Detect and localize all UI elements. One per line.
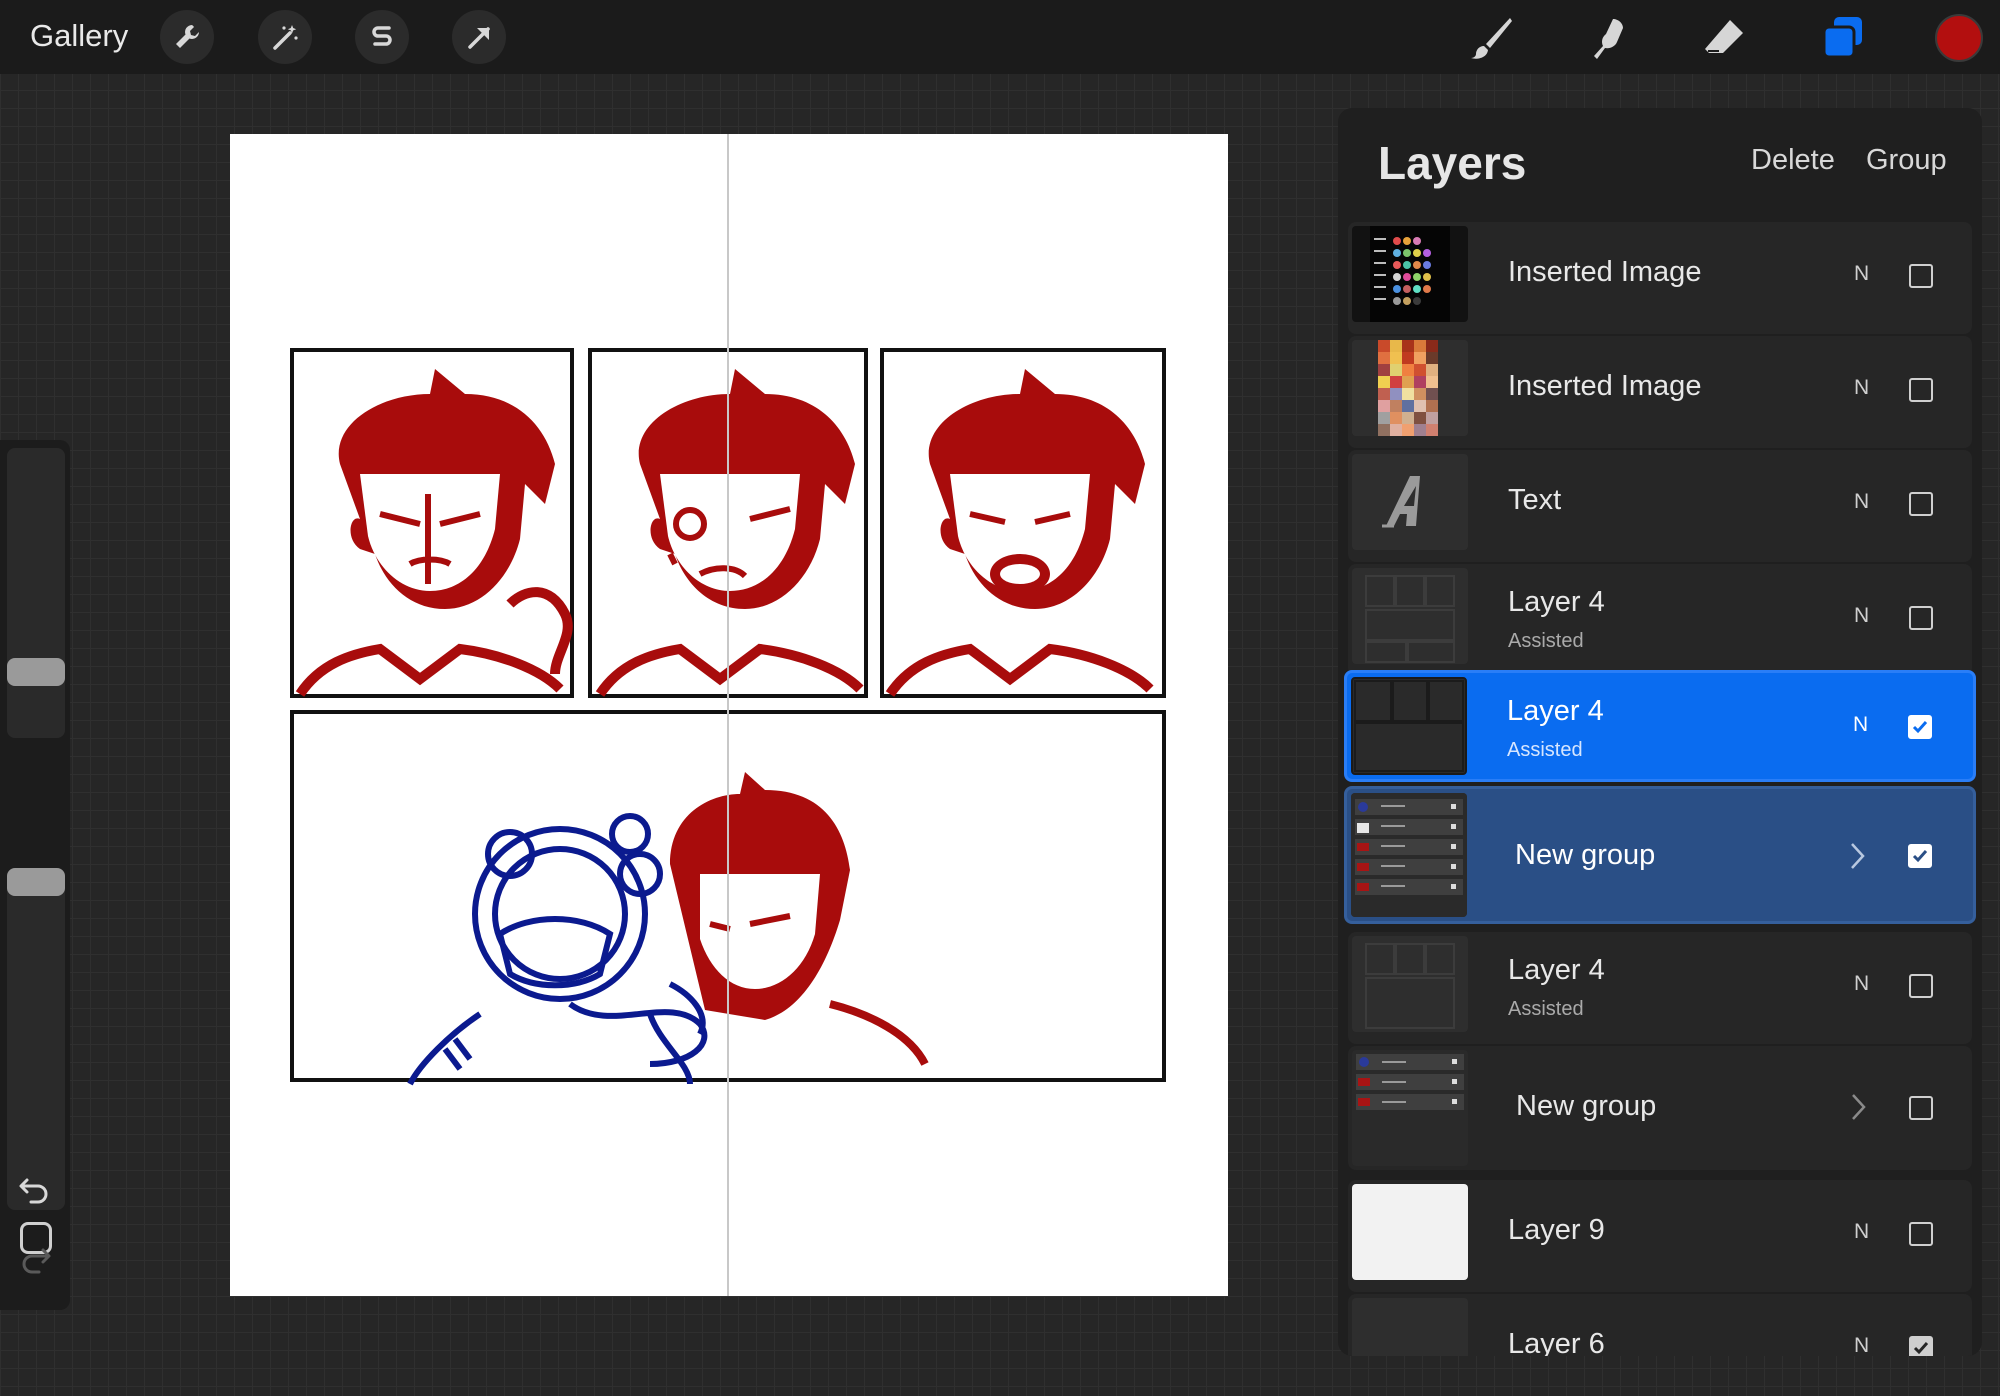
- symmetry-guide: [727, 134, 729, 1296]
- visibility-checkbox[interactable]: [1909, 606, 1933, 630]
- visibility-checkbox[interactable]: [1909, 1096, 1933, 1120]
- blend-mode-button[interactable]: N: [1853, 713, 1868, 737]
- blend-mode-button[interactable]: N: [1854, 1334, 1869, 1356]
- layer-name: Layer 4: [1508, 586, 1605, 618]
- layer-name: Layer 9: [1508, 1214, 1605, 1246]
- checkmark-icon: [1913, 1342, 1929, 1355]
- layer-thumbnail: [1352, 936, 1468, 1032]
- checkmark-icon: [1912, 721, 1928, 734]
- opacity-slider[interactable]: [7, 880, 65, 1210]
- visibility-checkbox[interactable]: [1908, 715, 1932, 739]
- layer-subtitle: Assisted: [1508, 630, 1584, 652]
- layer-row-inserted-image-2[interactable]: Inserted Image N: [1348, 336, 1972, 448]
- panel-3-face: [885, 369, 1154, 697]
- group-name: New group: [1516, 1090, 1657, 1122]
- layer-row-layer-4-b[interactable]: Layer 4 Assisted N: [1348, 932, 1972, 1044]
- panel-2-face: [595, 369, 864, 697]
- layer-row-layer-4[interactable]: Layer 4 Assisted N: [1348, 564, 1972, 676]
- brush-size-slider[interactable]: [7, 448, 65, 738]
- layer-thumbnail: [1352, 1298, 1468, 1356]
- panel-1-face: [295, 369, 573, 697]
- visibility-checkbox[interactable]: [1908, 844, 1932, 868]
- text-layer-icon: [1382, 476, 1420, 528]
- eraser-tool-button[interactable]: [1697, 10, 1753, 66]
- gallery-button[interactable]: Gallery: [30, 18, 128, 54]
- layer-row-new-group-selected[interactable]: New group: [1344, 786, 1976, 924]
- visibility-checkbox[interactable]: [1909, 974, 1933, 998]
- chevron-right-icon[interactable]: [1848, 1092, 1868, 1122]
- layer-name: Layer 4: [1507, 695, 1604, 727]
- blend-mode-button[interactable]: N: [1854, 376, 1869, 400]
- top-toolbar: Gallery: [0, 0, 2000, 74]
- layer-name: Layer 4: [1508, 954, 1605, 986]
- layer-subtitle: Assisted: [1507, 739, 1583, 761]
- layers-icon: [1822, 17, 1862, 59]
- visibility-checkbox[interactable]: [1909, 264, 1933, 288]
- layer-name: Layer 6: [1508, 1328, 1605, 1356]
- brush-size-thumb[interactable]: [7, 658, 65, 686]
- wrench-icon: [176, 25, 199, 48]
- visibility-checkbox[interactable]: [1909, 1336, 1933, 1356]
- layer-name: Text: [1508, 484, 1562, 516]
- layer-thumbnail: [1352, 568, 1468, 664]
- blend-mode-button[interactable]: N: [1854, 490, 1869, 514]
- layer-row-inserted-image-1[interactable]: Inserted Image N: [1348, 222, 1972, 334]
- visibility-checkbox[interactable]: [1909, 1222, 1933, 1246]
- selection-s-icon: [372, 26, 392, 46]
- color-picker-button[interactable]: [1935, 14, 1983, 62]
- magic-wand-icon: [273, 25, 298, 50]
- adjustments-button[interactable]: [258, 10, 312, 64]
- layer-thumbnail: [1351, 677, 1467, 775]
- transform-button[interactable]: [452, 10, 506, 64]
- layer-thumbnail: [1352, 340, 1468, 436]
- blend-mode-button[interactable]: N: [1854, 972, 1869, 996]
- selection-button[interactable]: [355, 10, 409, 64]
- eraser-icon: [1705, 20, 1743, 53]
- smudge-icon: [1594, 19, 1623, 59]
- redo-icon[interactable]: [17, 1242, 53, 1278]
- layers-tool-button[interactable]: [1815, 10, 1871, 66]
- layer-thumbnail: [1352, 454, 1468, 550]
- layer-name: Inserted Image: [1508, 370, 1702, 402]
- blend-mode-button[interactable]: N: [1854, 262, 1869, 286]
- checkmark-icon: [1912, 850, 1928, 863]
- group-thumbnail: [1351, 793, 1467, 917]
- layer-row-layer-4-selected[interactable]: Layer 4 Assisted N: [1344, 670, 1976, 782]
- group-button[interactable]: Group: [1866, 144, 1947, 177]
- opacity-thumb[interactable]: [7, 868, 65, 896]
- undo-icon[interactable]: [17, 1172, 53, 1208]
- transform-arrow-icon: [468, 27, 490, 49]
- brush-icon: [1471, 18, 1512, 59]
- left-sidebar: [0, 440, 70, 1310]
- group-name: New group: [1515, 839, 1656, 871]
- comic-artwork: [290, 348, 1166, 1086]
- brush-tool-button[interactable]: [1463, 10, 1519, 66]
- layer-subtitle: Assisted: [1508, 998, 1584, 1020]
- visibility-checkbox[interactable]: [1909, 378, 1933, 402]
- chevron-right-icon[interactable]: [1847, 841, 1867, 871]
- blend-mode-button[interactable]: N: [1854, 604, 1869, 628]
- layer-row-new-group[interactable]: New group: [1348, 1046, 1972, 1170]
- delete-button[interactable]: Delete: [1751, 144, 1835, 177]
- panel-4-characters: [407, 772, 929, 1086]
- drawing-canvas[interactable]: [230, 134, 1228, 1296]
- blend-mode-button[interactable]: N: [1854, 1220, 1869, 1244]
- layer-name: Inserted Image: [1508, 256, 1702, 288]
- layer-row-text[interactable]: Text N: [1348, 450, 1972, 562]
- layer-thumbnail: [1352, 1184, 1468, 1280]
- actions-wrench-button[interactable]: [160, 10, 214, 64]
- layers-title: Layers: [1378, 137, 1527, 189]
- group-thumbnail: [1352, 1050, 1468, 1166]
- layers-panel: Layers Delete Group Inserted Image N Ins…: [1338, 108, 1982, 1356]
- layer-thumbnail: [1352, 226, 1468, 322]
- visibility-checkbox[interactable]: [1909, 492, 1933, 516]
- layer-row-layer-6[interactable]: Layer 6 N: [1348, 1294, 1972, 1356]
- smudge-tool-button[interactable]: [1580, 10, 1636, 66]
- layer-row-layer-9[interactable]: Layer 9 N: [1348, 1180, 1972, 1292]
